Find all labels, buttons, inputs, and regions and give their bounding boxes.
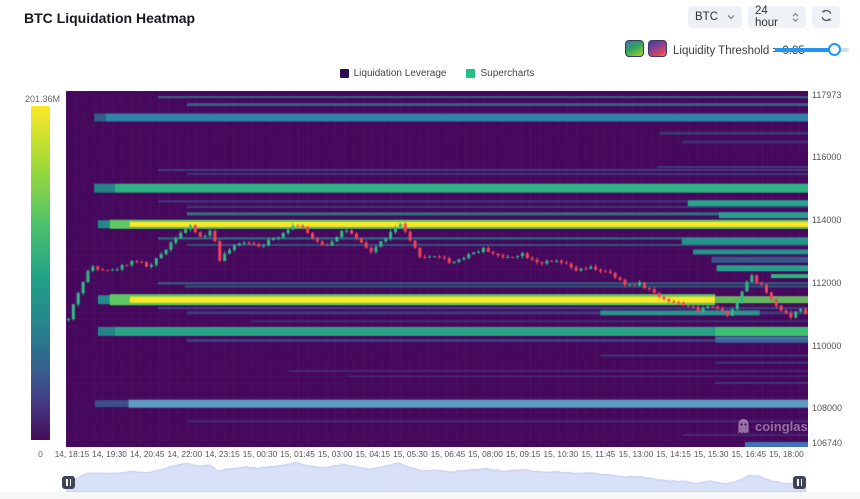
price-axis-label: 114000 xyxy=(812,215,841,225)
navigator-left-handle[interactable] xyxy=(62,476,75,489)
chart-legend: Liquidation Leverage Supercharts xyxy=(66,68,808,79)
symbol-select-value: BTC xyxy=(695,11,718,23)
time-axis-label: 15, 18:00 xyxy=(756,449,816,459)
legend-label: Supercharts xyxy=(480,68,534,79)
price-axis-label: 116000 xyxy=(812,152,841,162)
price-axis-label: 106740 xyxy=(812,438,842,448)
price-axis-label: 110000 xyxy=(812,341,841,351)
stepper-icon xyxy=(792,13,799,22)
price-axis-label: 117973 xyxy=(812,90,841,100)
chevron-down-icon xyxy=(727,11,735,23)
price-axis-label: 108000 xyxy=(812,403,842,413)
bottom-strip xyxy=(0,492,860,499)
colormap-magma-swatch[interactable] xyxy=(648,40,667,57)
legend-item-liquidation-leverage[interactable]: Liquidation Leverage xyxy=(340,68,447,79)
heatmap-plot-area[interactable] xyxy=(66,91,808,447)
interval-select-value: 24 hour xyxy=(755,5,792,29)
legend-swatch-purple xyxy=(340,69,349,78)
liquidation-heatmap-canvas[interactable] xyxy=(66,91,808,447)
time-range-navigator[interactable] xyxy=(66,459,806,492)
legend-item-supercharts[interactable]: Supercharts xyxy=(466,68,534,79)
price-axis-label: 112000 xyxy=(812,278,841,288)
legend-swatch-green xyxy=(466,69,475,78)
legend-label: Liquidation Leverage xyxy=(354,68,447,79)
navigator-right-handle[interactable] xyxy=(793,476,806,489)
liquidation-heatmap-page: BTC Liquidation Heatmap BTC 24 hour Liqu… xyxy=(0,0,860,499)
colormap-viridis-swatch[interactable] xyxy=(625,40,644,57)
liquidation-intensity-colorbar xyxy=(31,106,50,440)
price-axis: 117973 116000 114000 112000 110000 108000 1067… xyxy=(812,0,858,460)
colorbar-max-label: 201.36M xyxy=(25,94,60,104)
symbol-select[interactable]: BTC xyxy=(688,6,742,28)
navigator-area-chart[interactable] xyxy=(66,459,806,492)
interval-select[interactable]: 24 hour xyxy=(748,6,806,28)
page-title: BTC Liquidation Heatmap xyxy=(24,10,195,26)
